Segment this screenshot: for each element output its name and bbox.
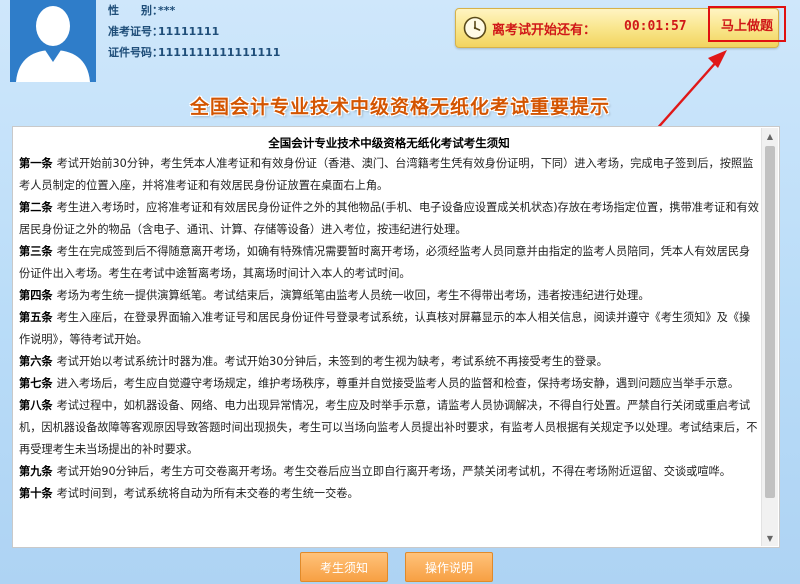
rule-item: 第九条 考试开始90分钟后，考生方可交卷离开考场。考生交卷后应当立即自行离开考场，… (19, 461, 759, 483)
rule-head: 第一条 (19, 157, 53, 170)
notice-panel: 全国会计专业技术中级资格无纸化考试考生须知 第一条 考试开始前30分钟，考生凭本人… (12, 126, 780, 548)
rule-text: 考生进入考场时，应将准考证和有效居民身份证件之外的其他物品(手机、电子设备应设置… (19, 201, 759, 236)
rule-item: 第七条 进入考场后，考生应自觉遵守考场规定，维护考场秩序，尊重并自觉接受监考人员的… (19, 373, 759, 395)
rule-text: 考场为考生统一提供演算纸笔。考试结束后，演算纸笔由监考人员统一收回，考生不得带出… (56, 289, 650, 302)
notice-content: 全国会计专业技术中级资格无纸化考试考生须知 第一条 考试开始前30分钟，考生凭本人… (19, 133, 759, 543)
rule-head: 第二条 (19, 201, 53, 214)
ticket-value: 11111111 (158, 25, 220, 38)
rule-item: 第二条 考生进入考场时，应将准考证和有效居民身份证件之外的其他物品(手机、电子设备… (19, 197, 759, 241)
ticket-label: 准考证号： (108, 25, 163, 38)
rule-item: 第十条 考试时间到，考试系统将自动为所有未交卷的考生统一交卷。 (19, 483, 759, 505)
rule-item: 第三条 考生在完成签到后不得随意离开考场，如确有特殊情况需要暂时离开考场，必须经监… (19, 241, 759, 285)
rule-text: 考生在完成签到后不得随意离开考场，如确有特殊情况需要暂时离开考场，必须经监考人员… (19, 245, 751, 280)
id-label: 证件号码： (108, 46, 163, 59)
ticket-row: 准考证号：11111111 (108, 21, 280, 42)
rule-text: 考试开始90分钟后，考生方可交卷离开考场。考生交卷后应当立即自行离开考场，严禁关… (56, 465, 731, 478)
rule-head: 第三条 (19, 245, 53, 258)
rule-head: 第九条 (19, 465, 53, 478)
rule-head: 第四条 (19, 289, 53, 302)
notice-scrollbar[interactable]: ▲ ▼ (761, 128, 778, 546)
gender-row: 性 别：*** (108, 0, 280, 21)
scroll-down-icon[interactable]: ▼ (762, 530, 778, 546)
gender-label: 性 别： (108, 4, 163, 17)
page-banner-title: 全国会计专业技术中级资格无纸化考试重要提示 (189, 96, 610, 118)
rule-text: 考生入座后，在登录界面输入准考证号和居民身份证件号登录考试系统，认真核对屏幕显示… (19, 311, 751, 346)
rule-item: 第八条 考试过程中，如机器设备、网络、电力出现异常情况，考生应及时举手示意，请监考… (19, 395, 759, 461)
rule-text: 考试过程中，如机器设备、网络、电力出现异常情况，考生应及时举手示意，请监考人员协… (19, 399, 758, 456)
id-row: 证件号码：1111111111111111 (108, 42, 280, 63)
rule-text: 考试时间到，考试系统将自动为所有未交卷的考生统一交卷。 (56, 487, 359, 500)
countdown-value: 00:01:57 (624, 19, 687, 34)
clock-icon (463, 16, 487, 40)
avatar-icon (10, 0, 96, 82)
rule-head: 第七条 (19, 377, 53, 390)
candidate-photo (10, 0, 96, 82)
rule-item: 第一条 考试开始前30分钟，考生凭本人准考证和有效身份证（香港、澳门、台湾籍考生凭… (19, 153, 759, 197)
rule-head: 第六条 (19, 355, 53, 368)
id-value: 1111111111111111 (158, 46, 281, 59)
rule-item: 第六条 考试开始以考试系统计时器为准。考试开始30分钟后，未签到的考生视为缺考，考… (19, 351, 759, 373)
operation-manual-button[interactable]: 操作说明 (405, 552, 493, 582)
countdown-label: 离考试开始还有： (492, 23, 597, 38)
rule-item: 第四条 考场为考生统一提供演算纸笔。考试结束后，演算纸笔由监考人员统一收回，考生不… (19, 285, 759, 307)
scroll-thumb[interactable] (765, 146, 775, 498)
rule-head: 第十条 (19, 487, 53, 500)
candidate-info: 性 别：*** 准考证号：11111111 证件号码：1111111111111… (108, 0, 280, 63)
rule-text: 考试开始前30分钟，考生凭本人准考证和有效身份证（香港、澳门、台湾籍考生凭有效身… (19, 157, 754, 192)
rule-head: 第五条 (19, 311, 53, 324)
gender-value: *** (158, 4, 176, 17)
rule-text: 考试开始以考试系统计时器为准。考试开始30分钟后，未签到的考生视为缺考，考试系统… (56, 355, 608, 368)
rule-head: 第八条 (19, 399, 53, 412)
exam-notice-button[interactable]: 考生须知 (300, 552, 388, 582)
start-exam-button[interactable]: 马上做题 (708, 6, 786, 42)
scroll-up-icon[interactable]: ▲ (762, 128, 778, 144)
rule-item: 第五条 考生入座后，在登录界面输入准考证号和居民身份证件号登录考试系统，认真核对屏… (19, 307, 759, 351)
rule-text: 进入考场后，考生应自觉遵守考场规定，维护考场秩序，尊重并自觉接受监考人员的监督和… (56, 377, 740, 390)
notice-title: 全国会计专业技术中级资格无纸化考试考生须知 (268, 136, 510, 150)
